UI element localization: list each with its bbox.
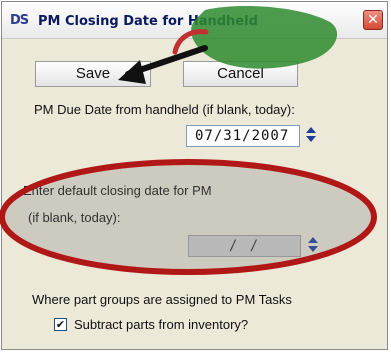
default-closing-date-input[interactable]: / / xyxy=(188,235,301,257)
close-button[interactable]: ✕ xyxy=(363,10,383,30)
app-logo-icon: DS xyxy=(10,13,29,28)
spin-up-icon[interactable] xyxy=(306,127,316,133)
cancel-button[interactable]: Cancel xyxy=(183,61,298,87)
due-date-spinner[interactable] xyxy=(304,125,318,147)
close-icon: ✕ xyxy=(367,12,379,28)
part-groups-label: Where part groups are assigned to PM Tas… xyxy=(32,292,292,307)
dialog-window: DS PM Closing Date for Handheld ✕ Save C… xyxy=(1,1,388,350)
spin-up-icon[interactable] xyxy=(308,237,318,243)
due-date-label: PM Due Date from handheld (if blank, tod… xyxy=(34,102,295,117)
default-closing-label: Enter default closing date for PM xyxy=(23,183,212,198)
default-closing-spinner[interactable] xyxy=(306,235,320,257)
check-icon: ✔ xyxy=(55,318,66,331)
spin-down-icon[interactable] xyxy=(308,246,318,252)
subtract-parts-label: Subtract parts from inventory? xyxy=(74,317,249,332)
subtract-parts-checkbox[interactable]: ✔ xyxy=(54,318,67,331)
save-button[interactable]: Save xyxy=(35,61,151,87)
default-closing-sublabel: (if blank, today): xyxy=(28,210,121,225)
due-date-input[interactable]: 07/31/2007 xyxy=(186,125,300,147)
spin-down-icon[interactable] xyxy=(306,136,316,142)
window-title: PM Closing Date for Handheld xyxy=(38,14,258,29)
title-bar[interactable]: DS PM Closing Date for Handheld ✕ xyxy=(2,2,387,39)
